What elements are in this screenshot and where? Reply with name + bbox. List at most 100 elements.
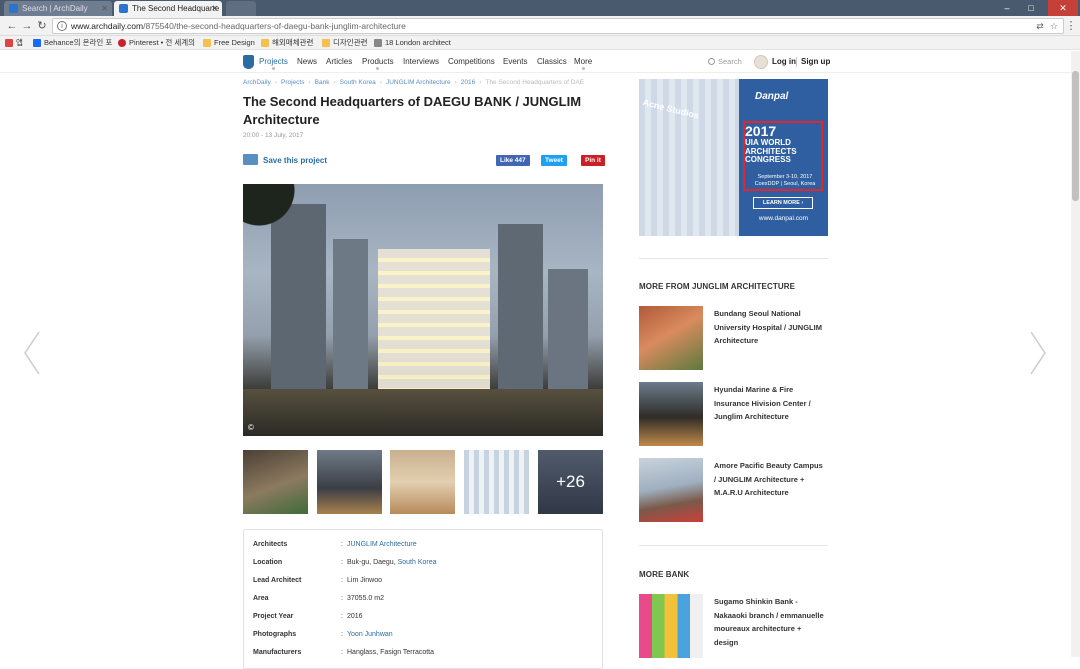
related-bank-title[interactable]: Sugamo Shinkin Bank - Nakaaoki branch / …	[714, 595, 826, 649]
gallery-thumbnail[interactable]	[390, 450, 455, 514]
nav-news[interactable]: News	[297, 57, 317, 66]
site-search[interactable]: Search	[708, 57, 742, 66]
search-label: Search	[718, 57, 742, 66]
gallery-thumbnail[interactable]	[464, 450, 529, 514]
close-tab-icon[interactable]: ✕	[211, 1, 218, 16]
folder-icon	[261, 39, 269, 47]
architect-link[interactable]: JUNGLIM Architecture	[347, 541, 417, 548]
hero-image[interactable]: ©	[243, 184, 603, 436]
info-label: Lead Architect	[253, 577, 302, 584]
page-scrollbar[interactable]	[1071, 51, 1080, 657]
minimize-window-icon[interactable]: –	[996, 0, 1018, 16]
browser-tab-search[interactable]: Search | ArchDaily ✕	[4, 1, 112, 16]
nav-label: Projects	[259, 57, 288, 66]
nav-articles[interactable]: Articles	[326, 57, 352, 66]
nav-projects[interactable]: Projects	[259, 57, 288, 70]
breadcrumb-current: The Second Headquarters of DAE	[485, 79, 585, 86]
related-project[interactable]: Hyundai Marine & Fire Insurance Hivision…	[639, 382, 828, 446]
related-project-thumbnail	[639, 382, 703, 446]
translate-icon[interactable]: ⇄	[1035, 21, 1045, 31]
next-project-arrow-icon[interactable]	[1028, 330, 1048, 376]
background-tower	[333, 239, 368, 399]
bookmarks-bar: 앱 Behance의 온라인 포 Pinterest • 전 세계의 Free …	[0, 36, 1080, 50]
site-info-icon[interactable]: i	[57, 21, 67, 31]
gallery-thumbnail[interactable]	[243, 450, 308, 514]
info-label: Location	[253, 559, 283, 566]
tweet-button[interactable]: Tweet	[541, 155, 567, 166]
bookmark-free-design[interactable]: Free Design	[203, 37, 255, 49]
related-bank-thumbnail	[639, 594, 703, 658]
info-separator: :	[341, 577, 343, 584]
close-tab-icon[interactable]: ✕	[101, 1, 108, 16]
related-project[interactable]: Amore Pacific Beauty Campus / JUNGLIM Ar…	[639, 458, 828, 522]
gallery-thumbnail[interactable]	[317, 450, 382, 514]
back-arrow-icon[interactable]: ←	[5, 19, 19, 33]
photographer-link[interactable]: Yoon Junhwan	[347, 631, 393, 638]
page-title: The Second Headquarters of DAEGU BANK / …	[243, 94, 582, 127]
signup-link[interactable]: Sign up	[801, 57, 830, 66]
scrollbar-thumb[interactable]	[1072, 71, 1079, 201]
bookmark-label: 해외매체관련	[272, 38, 314, 47]
related-project-thumbnail	[639, 306, 703, 370]
search-icon	[708, 58, 715, 65]
archdaily-favicon-icon	[9, 4, 18, 13]
bookmark-london[interactable]: 18 London architect	[374, 37, 451, 49]
menu-kebab-icon[interactable]: ⋮	[1064, 19, 1078, 33]
breadcrumb-item[interactable]: ArchDaily	[243, 79, 271, 86]
info-separator: :	[341, 559, 343, 566]
breadcrumb-item[interactable]: Bank	[315, 79, 330, 86]
breadcrumb-item[interactable]: South Korea	[340, 79, 376, 86]
copyright-icon: ©	[248, 423, 254, 432]
reload-icon[interactable]: ↻	[35, 19, 49, 33]
ad-brand-logo: Danpal	[755, 91, 789, 102]
maximize-window-icon[interactable]: □	[1020, 0, 1042, 16]
previous-project-arrow-icon[interactable]	[22, 330, 42, 376]
bookmark-pinterest[interactable]: Pinterest • 전 세계의	[118, 37, 195, 49]
info-separator: :	[341, 541, 343, 548]
bookmark-behance[interactable]: Behance의 온라인 포	[33, 37, 112, 49]
gallery-thumbnail-more[interactable]: +26	[538, 450, 603, 514]
breadcrumb-item[interactable]: 2016	[461, 79, 475, 86]
divider	[639, 258, 828, 259]
plaza	[243, 389, 603, 436]
breadcrumb-item[interactable]: JUNGLIM Architecture	[386, 79, 451, 86]
archdaily-logo-icon[interactable]	[243, 55, 254, 69]
address-bar[interactable]: i www.archdaily.com/875540/the-second-he…	[52, 18, 1064, 34]
bookmark-apps[interactable]: 앱	[5, 37, 23, 49]
country-link[interactable]: South Korea	[398, 559, 437, 566]
more-bank-heading: MORE BANK	[639, 570, 690, 579]
ad-learn-more-button[interactable]: LEARN MORE ›	[753, 197, 813, 209]
related-bank[interactable]: Sugamo Shinkin Bank - Nakaaoki branch / …	[639, 594, 828, 658]
bookmark-folder-3[interactable]: 디자인관련	[322, 37, 368, 49]
browser-toolbar: ← → ↻ i www.archdaily.com/875540/the-sec…	[0, 16, 1080, 36]
behance-icon	[33, 39, 41, 47]
related-project-title[interactable]: Bundang Seoul National University Hospit…	[714, 307, 826, 348]
browser-tab-active[interactable]: The Second Headquarte ✕	[114, 1, 222, 16]
publish-date: 20:00 - 13 July, 2017	[243, 132, 304, 139]
nav-classics[interactable]: Classics	[537, 57, 567, 66]
nav-more[interactable]: More	[574, 57, 592, 70]
related-project-title[interactable]: Amore Pacific Beauty Campus / JUNGLIM Ar…	[714, 459, 826, 500]
save-project-button[interactable]: Save this project	[243, 154, 327, 165]
breadcrumb-item[interactable]: Projects	[281, 79, 304, 86]
advertisement-banner[interactable]: Acne Studios Danpal 2017 UIA WORLD ARCHI…	[639, 79, 828, 236]
nav-competitions[interactable]: Competitions	[448, 57, 495, 66]
nav-interviews[interactable]: Interviews	[403, 57, 439, 66]
url-host: www.archdaily.com	[71, 21, 144, 31]
pinterest-button[interactable]: Pin it	[581, 155, 605, 166]
bookmark-star-icon[interactable]: ☆	[1049, 21, 1059, 31]
nav-events[interactable]: Events	[503, 57, 527, 66]
info-separator: :	[341, 595, 343, 602]
login-link[interactable]: Log in	[772, 57, 796, 66]
close-window-icon[interactable]: ✕	[1048, 0, 1078, 16]
related-project-title[interactable]: Hyundai Marine & Fire Insurance Hivision…	[714, 383, 826, 424]
bookmark-folder-2[interactable]: 해외매체관련	[261, 37, 313, 49]
new-tab-button[interactable]	[226, 1, 256, 16]
nav-label: More	[574, 57, 593, 66]
avatar[interactable]	[754, 55, 768, 69]
background-tower	[498, 224, 543, 394]
related-project[interactable]: Bundang Seoul National University Hospit…	[639, 306, 828, 370]
nav-products[interactable]: Products	[362, 57, 394, 70]
forward-arrow-icon[interactable]: →	[20, 19, 34, 33]
facebook-like-button[interactable]: Like 447	[496, 155, 530, 166]
